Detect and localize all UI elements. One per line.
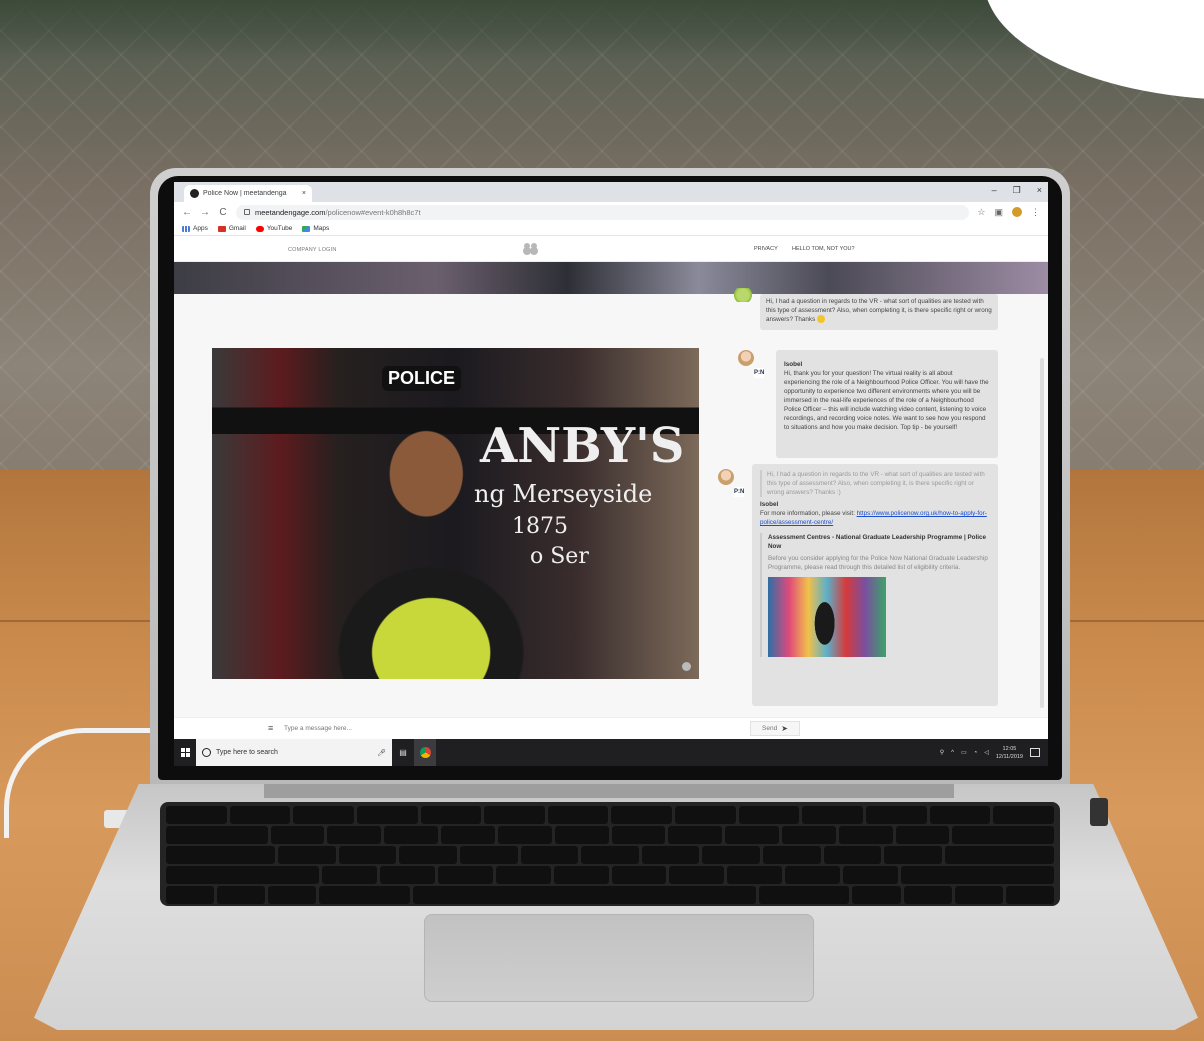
- shop-sign-line2: ng Merseyside: [474, 480, 653, 508]
- site-header: COMPANY LOGIN PRIVACY HELLO TOM, NOT YOU…: [174, 236, 1048, 262]
- user-greeting-link[interactable]: HELLO TOM, NOT YOU?: [792, 246, 855, 252]
- more-menu-icon[interactable]: ⋮: [1031, 207, 1040, 218]
- quoted-message: Hi, I had a question in regards to the V…: [760, 470, 990, 497]
- shop-sign-line3: 1875: [512, 514, 568, 539]
- keyboard: [160, 802, 1060, 906]
- police-cap-text: POLICE: [382, 366, 462, 391]
- cortana-icon: [202, 748, 211, 757]
- taskbar-search[interactable]: Type here to search 🎤︎: [196, 739, 392, 766]
- extension-icon[interactable]: ▣: [994, 207, 1003, 218]
- youtube-icon: [255, 225, 264, 232]
- message-text: For more information, please visit:: [760, 510, 855, 517]
- battery-icon[interactable]: ▭: [961, 749, 967, 756]
- event-content: POLICE ANBY'S ng Merseyside 1875 o Ser H…: [174, 288, 1048, 717]
- microphone-icon[interactable]: 🎤︎: [377, 749, 386, 757]
- people-icon[interactable]: [524, 243, 538, 253]
- site-favicon-icon: [190, 189, 199, 198]
- pn-badge: P:N: [754, 368, 765, 378]
- apps-grid-icon: [182, 225, 190, 232]
- chat-panel: Hi, I had a question in regards to the V…: [718, 288, 1048, 717]
- tab-close-icon[interactable]: ×: [302, 190, 306, 197]
- tray-expand-icon[interactable]: ^: [951, 750, 954, 756]
- preview-description: Before you consider applying for the Pol…: [768, 555, 988, 571]
- laptop-hinge: [264, 784, 954, 798]
- company-login-link[interactable]: COMPANY LOGIN: [288, 247, 337, 253]
- privacy-link[interactable]: PRIVACY: [754, 246, 778, 252]
- send-label: Send: [762, 725, 778, 732]
- lock-icon: [244, 209, 250, 215]
- taskbar-search-placeholder: Type here to search: [216, 749, 278, 756]
- isobel-avatar: [738, 350, 754, 366]
- minimize-icon[interactable]: –: [992, 185, 997, 196]
- reload-icon[interactable]: C: [218, 207, 228, 218]
- window-controls: – ❐ ×: [992, 185, 1042, 196]
- bookmarks-bar: Apps Gmail YouTube Maps: [174, 222, 1048, 236]
- restore-icon[interactable]: ❐: [1013, 185, 1021, 196]
- windows-taskbar: Type here to search 🎤︎ ▤ ⚲ ^ ▭ ◔ ◁ 12:05…: [174, 739, 1048, 766]
- smiley-icon: [816, 315, 825, 324]
- profile-avatar-icon[interactable]: [1012, 207, 1022, 217]
- laptop-port: [1090, 798, 1108, 826]
- pn-badge: P:N: [734, 487, 745, 497]
- clock[interactable]: 12:05 12/11/2019: [996, 745, 1023, 761]
- send-button[interactable]: Send ➤: [750, 721, 800, 736]
- notifications-icon[interactable]: [1030, 748, 1040, 757]
- url-path: /policenow#event-k0h8h8c7t: [325, 207, 421, 217]
- browser-tabstrip: Police Now | meetandenga × – ❐ ×: [174, 182, 1048, 202]
- close-icon[interactable]: ×: [1037, 185, 1042, 196]
- chat-message-isobel: Isobel Hi, thank you for your question! …: [776, 350, 998, 458]
- sender-name: Isobel: [784, 361, 803, 368]
- chat-message-isobel-link: Hi, I had a question in regards to the V…: [752, 464, 998, 706]
- tab-title: Police Now | meetandenga: [203, 190, 287, 197]
- chat-message-user: Hi, I had a question in regards to the V…: [730, 288, 998, 330]
- chrome-taskbar-icon[interactable]: [414, 739, 436, 766]
- windows-logo-icon: [180, 748, 190, 757]
- system-tray: ⚲ ^ ▭ ◔ ◁ 12:05 12/11/2019: [940, 745, 1048, 761]
- shop-sign-line4: o Ser: [530, 544, 589, 569]
- gmail-icon: [217, 225, 226, 232]
- star-icon[interactable]: ☆: [977, 207, 985, 218]
- volume-icon[interactable]: ◁: [984, 749, 989, 756]
- menu-icon[interactable]: ≡: [268, 723, 273, 733]
- sender-name: Isobel: [760, 501, 779, 508]
- task-view-icon[interactable]: ▤: [392, 739, 414, 766]
- chat-scrollbar[interactable]: [1040, 358, 1044, 708]
- people-tray-icon[interactable]: ⚲: [940, 749, 944, 756]
- message-composer: ≡ Send ➤: [174, 717, 1048, 739]
- maps-icon: [302, 225, 311, 232]
- browser-tab[interactable]: Police Now | meetandenga ×: [184, 185, 312, 202]
- shop-sign-line1: ANBY'S: [480, 418, 685, 474]
- laptop-screen: Police Now | meetandenga × – ❐ × ← → C m…: [174, 182, 1048, 766]
- preview-image: [768, 577, 886, 657]
- bookmark-apps[interactable]: Apps: [182, 225, 208, 232]
- back-icon[interactable]: ←: [182, 207, 192, 218]
- url-host: meetandengage.com: [255, 207, 326, 217]
- clock-time: 12:05: [1002, 745, 1017, 752]
- browser-navbar: ← → C meetandengage.com/policenow#event-…: [174, 202, 1048, 222]
- link-preview[interactable]: Assessment Centres - National Graduate L…: [760, 533, 990, 657]
- forward-icon[interactable]: →: [200, 207, 210, 218]
- video-control-icon[interactable]: [682, 662, 691, 671]
- message-text: Hi, thank you for your question! The vir…: [784, 370, 989, 431]
- network-icon[interactable]: ◔: [974, 750, 978, 756]
- video-player[interactable]: POLICE ANBY'S ng Merseyside 1875 o Ser: [212, 348, 699, 679]
- bookmark-maps[interactable]: Maps: [302, 225, 329, 232]
- address-bar[interactable]: meetandengage.com/policenow#event-k0h8h8…: [236, 204, 970, 220]
- message-input[interactable]: [284, 722, 744, 735]
- clock-date: 12/11/2019: [995, 753, 1023, 760]
- bookmark-gmail[interactable]: Gmail: [217, 225, 246, 232]
- isobel-avatar: [718, 469, 734, 485]
- extensions-area: ☆ ▣ ⋮: [977, 207, 1040, 218]
- send-icon: ➤: [781, 724, 788, 733]
- start-button[interactable]: [174, 739, 196, 766]
- trackpad: [424, 914, 814, 1002]
- event-banner: [174, 262, 1048, 294]
- bookmark-youtube[interactable]: YouTube: [255, 225, 292, 232]
- user-avatar: [730, 288, 756, 302]
- preview-title: Assessment Centres - National Graduate L…: [768, 534, 987, 550]
